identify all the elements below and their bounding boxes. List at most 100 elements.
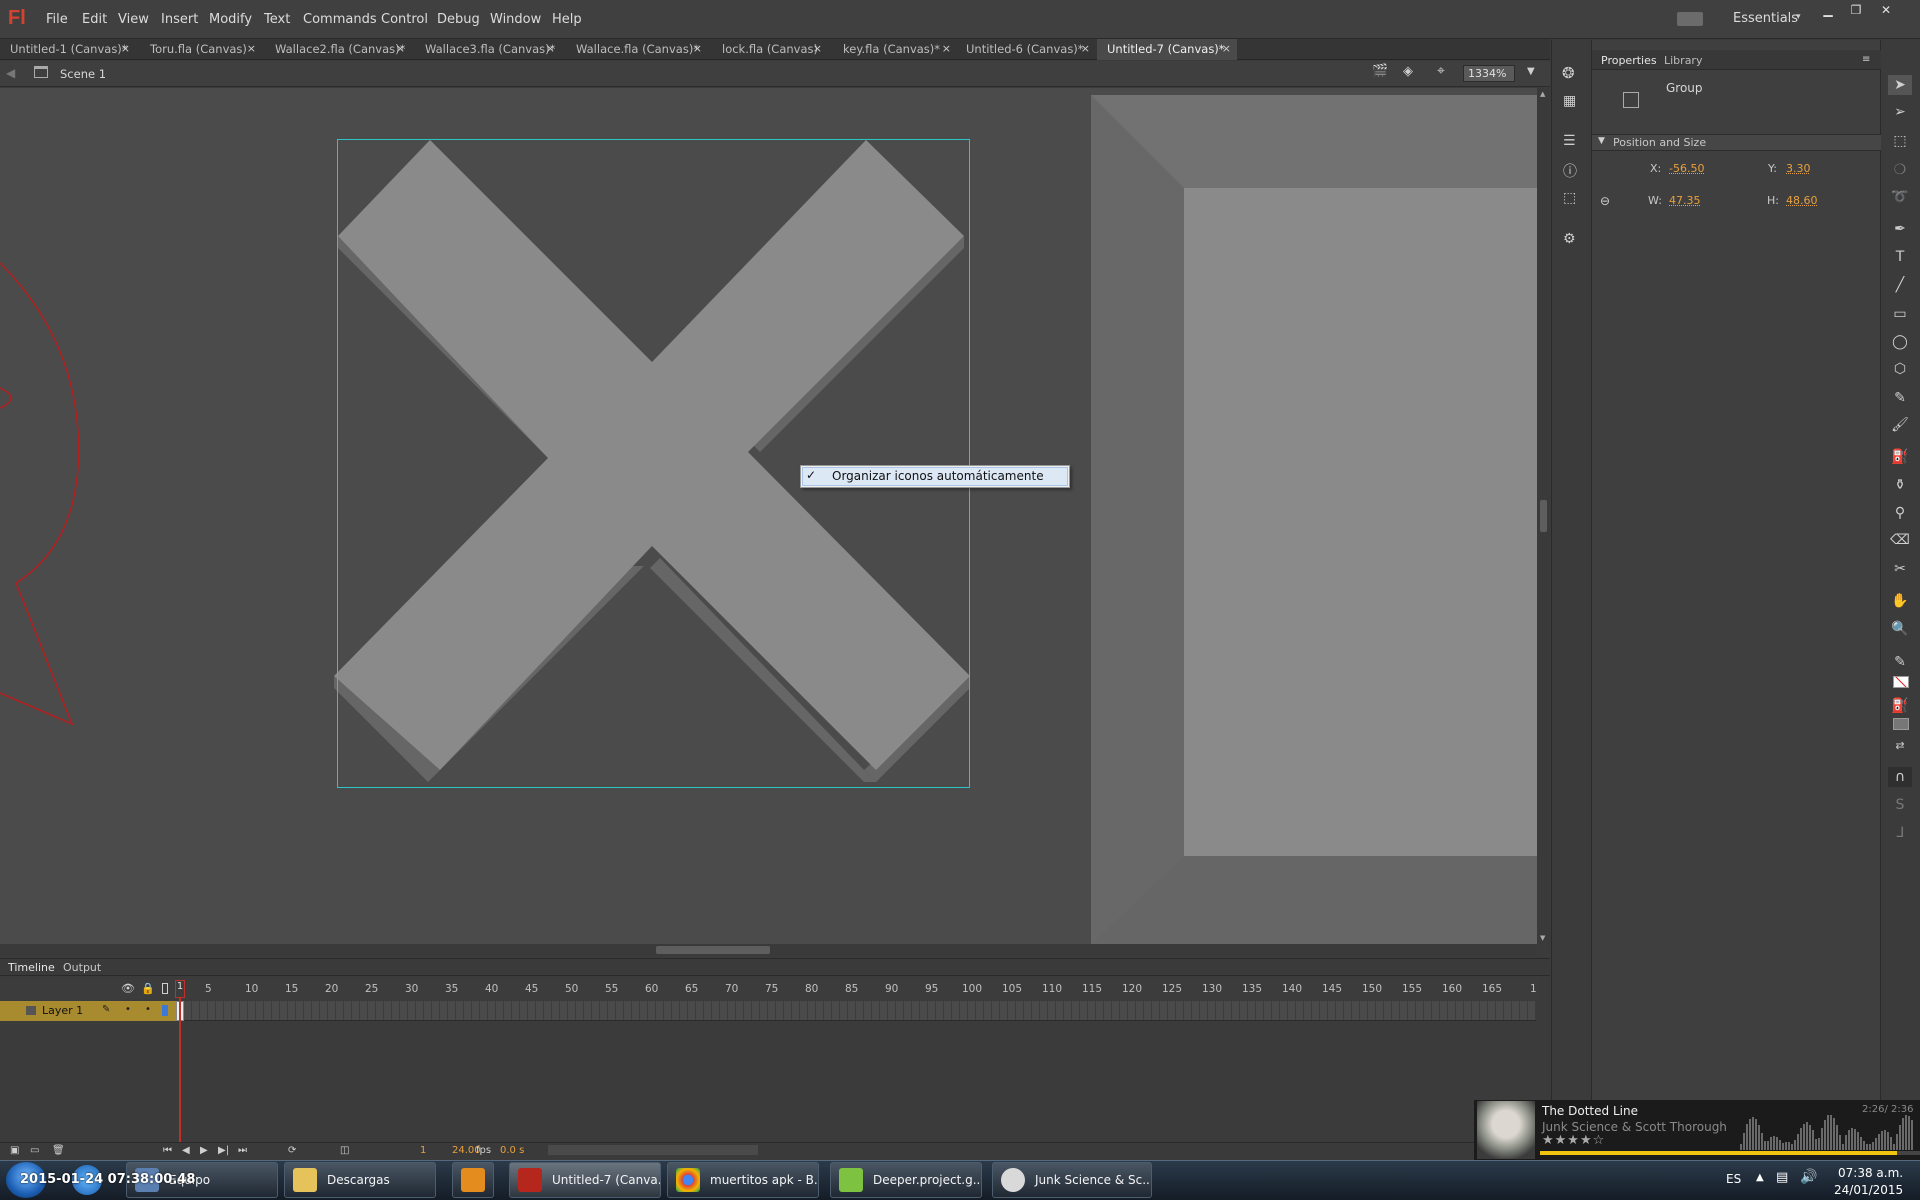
info-icon[interactable]: ⓘ — [1563, 161, 1577, 181]
free-transform-tool-icon[interactable]: ⬚ — [1888, 131, 1912, 151]
stroke-color-icon[interactable]: ✎ — [1888, 652, 1912, 672]
zoom-dropdown-icon[interactable]: ▼ — [1527, 66, 1535, 77]
close-icon[interactable]: × — [813, 42, 822, 55]
eye-icon[interactable]: 👁 — [121, 982, 135, 995]
menu-commands[interactable]: Commands — [303, 12, 377, 27]
workspace-switcher[interactable]: Essentials — [1733, 11, 1798, 26]
edit-symbols-icon[interactable]: ◈ — [1403, 64, 1413, 79]
play-icon[interactable]: ▶ — [200, 1145, 208, 1156]
taskbar-music-player[interactable]: Junk Science & Sc... — [992, 1162, 1152, 1198]
taskbar-flash[interactable]: Untitled-7 (Canva... — [509, 1162, 661, 1198]
eyedropper-tool-icon[interactable]: ⚲ — [1888, 503, 1912, 523]
horizontal-scroll-thumb[interactable] — [656, 946, 770, 954]
h-value[interactable]: 48.60 — [1786, 194, 1818, 207]
bone-tool-icon[interactable]: ✂ — [1888, 559, 1912, 579]
sync-settings-icon[interactable] — [1677, 12, 1703, 26]
eraser-tool-icon[interactable]: ⌫ — [1888, 530, 1912, 550]
panel-menu-icon[interactable]: ≡ — [1862, 54, 1870, 65]
polystar-tool-icon[interactable]: ⬡ — [1888, 359, 1912, 379]
subselection-tool-icon[interactable]: ➢ — [1888, 102, 1912, 122]
menu-modify[interactable]: Modify — [209, 12, 252, 27]
onion-skin-icon[interactable]: ◫ — [340, 1145, 349, 1156]
tab-library[interactable]: Library — [1664, 54, 1702, 67]
outline-color-swatch[interactable] — [162, 1005, 168, 1016]
vertical-scroll-thumb[interactable] — [1540, 500, 1547, 532]
step-back-icon[interactable]: ◀ — [182, 1145, 190, 1156]
pen-tool-icon[interactable]: ✒ — [1888, 219, 1912, 239]
tab-toru[interactable]: Toru.fla (Canvas) × — [140, 39, 262, 60]
playhead[interactable] — [179, 982, 181, 1142]
lasso-tool-icon[interactable]: ➰ — [1888, 187, 1912, 207]
w-value[interactable]: 47.35 — [1669, 194, 1701, 207]
tab-lock[interactable]: lock.fla (Canvas) × — [712, 39, 828, 60]
language-indicator[interactable]: ES — [1726, 1172, 1741, 1186]
center-stage-icon[interactable]: ⌖ — [1437, 63, 1445, 79]
outline-icon[interactable] — [162, 983, 168, 994]
playhead-handle[interactable]: 1 — [175, 980, 185, 998]
loop-icon[interactable]: ⟳ — [288, 1145, 296, 1156]
timeline-scrollbar[interactable] — [548, 1145, 758, 1155]
tab-untitled-7[interactable]: Untitled-7 (Canvas)* × — [1097, 39, 1237, 60]
edit-scene-icon[interactable]: 🎬 — [1372, 64, 1388, 79]
stage[interactable] — [0, 88, 1537, 944]
components-icon[interactable]: ⚙ — [1563, 231, 1576, 247]
chevron-down-icon[interactable]: ▾ — [1796, 12, 1801, 22]
y-value[interactable]: 3.30 — [1786, 162, 1811, 175]
minimize-button[interactable]: ▁ — [1817, 3, 1839, 17]
clock-time[interactable]: 07:38 a.m. — [1838, 1166, 1903, 1180]
lock-icon[interactable]: 🔒 — [141, 982, 155, 995]
close-icon[interactable]: × — [1222, 42, 1231, 55]
close-icon[interactable]: × — [546, 42, 555, 55]
taskbar-descargas[interactable]: Descargas — [284, 1162, 436, 1198]
menu-help[interactable]: Help — [552, 12, 582, 27]
grid-icon[interactable]: ▦ — [1563, 93, 1576, 109]
restore-button[interactable]: ❐ — [1845, 3, 1867, 17]
close-window-button[interactable]: ✕ — [1875, 3, 1897, 17]
brush-tool-icon[interactable]: 🖌 — [1888, 415, 1912, 435]
rating-stars[interactable]: ★★★★☆ — [1542, 1133, 1605, 1148]
taskbar-deeper-project[interactable]: Deeper.project.g... — [830, 1162, 982, 1198]
menu-text[interactable]: Text — [264, 12, 290, 27]
new-folder-icon[interactable]: ▭ — [30, 1145, 39, 1156]
stroke-color-swatch[interactable] — [1893, 676, 1909, 688]
close-icon[interactable]: × — [693, 42, 702, 55]
paint-bucket-tool-icon[interactable]: ⛽ — [1888, 447, 1912, 467]
snap-magnet-icon[interactable]: ∩ — [1888, 767, 1912, 787]
close-icon[interactable]: × — [396, 42, 405, 55]
scroll-down-icon[interactable]: ▼ — [1540, 934, 1545, 942]
rectangle-tool-icon[interactable]: ▭ — [1888, 304, 1912, 324]
oval-tool-icon[interactable]: ◯ — [1888, 332, 1912, 352]
menu-view[interactable]: View — [118, 12, 149, 27]
tab-wallace[interactable]: Wallace.fla (Canvas)* × — [566, 39, 708, 60]
lock-dot[interactable]: • — [145, 1004, 151, 1015]
smooth-icon[interactable]: S — [1888, 795, 1912, 815]
taskbar-chrome[interactable]: muertitos apk - B... — [667, 1162, 819, 1198]
go-first-frame-icon[interactable]: ⏮ — [163, 1145, 172, 1156]
tab-key[interactable]: key.fla (Canvas)* × — [833, 39, 957, 60]
clock-date[interactable]: 24/01/2015 — [1834, 1183, 1903, 1197]
tab-untitled-6[interactable]: Untitled-6 (Canvas)* × — [956, 39, 1096, 60]
close-icon[interactable]: × — [942, 42, 951, 55]
menu-insert[interactable]: Insert — [161, 12, 198, 27]
current-frame-readout[interactable]: 1 — [420, 1145, 426, 1156]
zoom-tool-icon[interactable]: 🔍 — [1888, 619, 1912, 639]
menu-file[interactable]: File — [46, 12, 68, 27]
elapsed-readout[interactable]: 0.0 s — [500, 1145, 524, 1156]
fill-color-swatch[interactable] — [1893, 718, 1909, 730]
x-value[interactable]: -56.50 — [1669, 162, 1704, 175]
tab-output[interactable]: Output — [63, 961, 101, 974]
tab-wallace2[interactable]: Wallace2.fla (Canvas)* × — [265, 39, 411, 60]
pencil-tool-icon[interactable]: ✎ — [1888, 388, 1912, 408]
text-tool-icon[interactable]: T — [1888, 247, 1912, 267]
network-icon[interactable]: ▤ — [1776, 1170, 1788, 1185]
tab-untitled-1[interactable]: Untitled-1 (Canvas)* × — [0, 39, 136, 60]
fill-color-icon[interactable]: ⛽ — [1888, 696, 1912, 716]
volume-icon[interactable]: 🔊 — [1800, 1169, 1817, 1185]
ink-bottle-tool-icon[interactable]: ⚱ — [1888, 475, 1912, 495]
close-icon[interactable]: × — [1081, 42, 1090, 55]
tab-wallace3[interactable]: Wallace3.fla (Canvas)* × — [415, 39, 561, 60]
motion-editor-icon[interactable]: ❂ — [1562, 64, 1575, 82]
menu-debug[interactable]: Debug — [437, 12, 480, 27]
tray-expand-icon[interactable]: ▲ — [1756, 1172, 1764, 1183]
back-arrow-icon[interactable]: ◀ — [6, 66, 15, 80]
